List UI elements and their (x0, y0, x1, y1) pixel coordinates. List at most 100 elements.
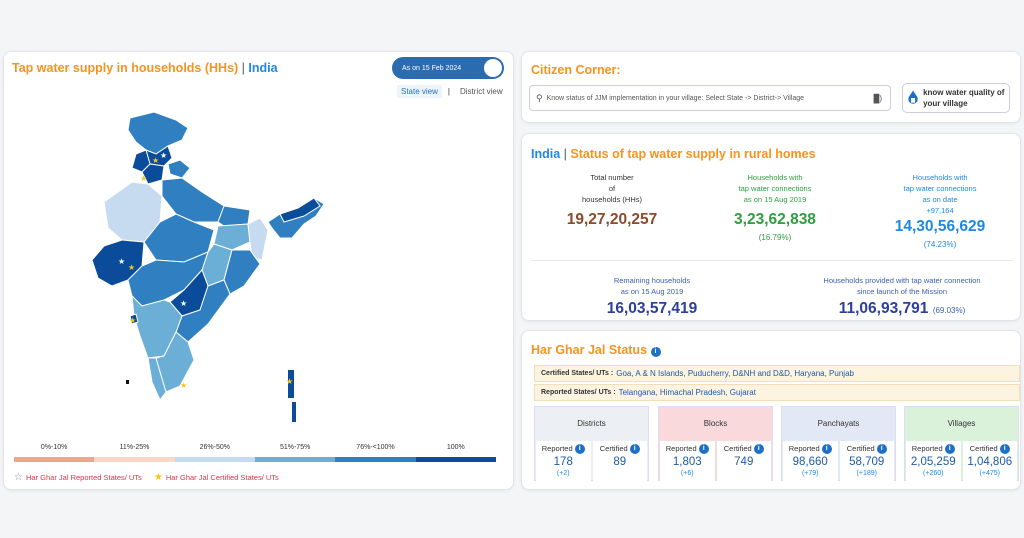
certified-col-label: Certified i (840, 444, 895, 454)
reported-value: 2,05,259 (910, 456, 956, 468)
info-icon[interactable]: i (821, 444, 832, 454)
legend-swatch (335, 457, 416, 462)
reported-states-value: Telangana, Himachal Pradesh, Gujarat (618, 388, 756, 397)
star-legend: ☆ Har Ghar Jal Reported States/ UTs ★ Har … (14, 472, 279, 483)
certified-star-key-icon: ★ (153, 472, 163, 483)
total-households-value: 19,27,20,257 (566, 211, 658, 228)
reported-star-icon: ★ (180, 299, 187, 308)
map-title-region: India (248, 61, 278, 75)
reported-value: 178 (553, 456, 573, 468)
hgj-title-text: Har Ghar Jal Status (531, 343, 648, 357)
map-title-main: Tap water supply in households (HHs) (12, 61, 239, 75)
certified-value: 89 (613, 456, 627, 468)
reported-delta: (+79) (801, 470, 819, 477)
reported-delta: (+6) (680, 470, 694, 477)
hh2019-label-line1: Households with (747, 173, 803, 182)
hgj-tile-villages: Villages Reported i 2,05,259 (+260) Cert… (904, 406, 1019, 481)
reported-value: 98,660 (792, 456, 828, 468)
map-region-up[interactable] (161, 177, 225, 223)
legend-swatch (94, 457, 175, 462)
toggle-knob[interactable] (484, 59, 502, 77)
provided-households-percent: (69.03%) (932, 306, 966, 315)
remaining-households-stat: Remaining households as on 15 Aug 2019 1… (582, 275, 722, 318)
legend-label: 11%-25% (119, 444, 150, 451)
reported-col-label: Reported i (906, 444, 961, 454)
tile-name: Districts (577, 419, 606, 428)
reported-col-label: Reported i (536, 444, 591, 454)
certified-col-label: Certified i (717, 444, 772, 454)
hhnow-label-line2: tap water connections (903, 184, 977, 193)
certified-star-icon: ★ (128, 263, 135, 272)
legend-label: 26%-50% (199, 444, 230, 451)
hh2019-label-line2: tap water connections (738, 184, 812, 193)
total-label-line2: of (608, 184, 616, 193)
reported-key: ☆ Har Ghar Jal Reported States/ UTs (14, 472, 142, 483)
certified-key-label: Har Ghar Jal Certified States/ UTs (165, 473, 279, 482)
legend-label: 76%-<100% (356, 444, 395, 451)
info-icon[interactable]: i (999, 444, 1010, 454)
reported-col-text: Reported (541, 444, 573, 453)
provided-label-line2: since launch of the Mission (856, 287, 948, 296)
reported-delta: (+260) (923, 470, 944, 477)
map-card: Tap water supply in households (HHs) | I… (3, 51, 514, 490)
hh2019-label-line3: as on 15 Aug 2019 (743, 195, 807, 204)
tile-reported-cell: Reported i 178 (+2) (536, 441, 591, 481)
date-toggle-label: As on 15 Feb 2024 (402, 64, 462, 72)
state-view-link[interactable]: State view (397, 85, 442, 98)
map-region-uttarakhand[interactable] (167, 159, 191, 179)
remaining-label-line2: as on 15 Aug 2019 (620, 287, 684, 296)
tile-name: Villages (947, 419, 976, 428)
certified-star-icon: ★ (180, 381, 187, 390)
microphone-icon[interactable]: █) (874, 94, 882, 103)
hh2019-percent: (16.79%) (758, 233, 792, 242)
certified-key: ★ Har Ghar Jal Certified States/ UTs (154, 472, 279, 483)
tile-name: Blocks (703, 419, 728, 428)
reported-col-text: Reported (911, 444, 943, 453)
district-view-link[interactable]: District view (456, 85, 507, 98)
water-quality-label: know water quality of your village (923, 88, 1005, 108)
map-title: Tap water supply in households (HHs) | I… (12, 61, 278, 75)
map-region-nicobar[interactable] (292, 402, 296, 422)
provided-households-value: 11,06,93,791 (838, 300, 929, 317)
status-title-region: India (531, 147, 561, 161)
info-icon[interactable]: i (698, 444, 709, 454)
certified-value: 749 (734, 456, 754, 468)
reported-value: 1,803 (672, 456, 702, 468)
search-icon: ⚲ (536, 92, 543, 103)
map-region-north[interactable] (127, 111, 189, 155)
water-tap-icon (908, 90, 918, 104)
hgj-tile-districts: Districts Reported i 178 (+2) Certified … (534, 406, 649, 481)
total-households-stat: Total number of households (HHs) 19,27,2… (542, 172, 682, 229)
info-icon[interactable]: i (753, 444, 764, 454)
village-search-input[interactable]: ⚲ Know status of JJM implementation in y… (529, 85, 891, 111)
reported-col-label: Reported i (660, 444, 715, 454)
certified-col-text: Certified (599, 444, 628, 453)
certified-col-text: Certified (723, 444, 752, 453)
certified-col-label: Certified i (593, 444, 648, 454)
hh-2019-stat: Households with tap water connections as… (705, 172, 845, 242)
info-icon[interactable]: i (876, 444, 887, 454)
certified-star-icon: ★ (140, 174, 147, 183)
info-icon[interactable]: i (629, 444, 640, 454)
date-toggle[interactable]: As on 15 Feb 2024 (392, 57, 504, 79)
info-icon[interactable]: i (944, 444, 955, 454)
water-quality-button[interactable]: know water quality of your village (902, 83, 1010, 113)
status-divider (531, 260, 1013, 261)
reported-col-label: Reported i (783, 444, 838, 454)
view-separator: | (447, 87, 450, 96)
hh-now-stat: Households with tap water connections as… (870, 172, 1010, 249)
reported-delta: (+2) (556, 470, 570, 477)
map-region-bihar[interactable] (217, 205, 251, 227)
india-map[interactable]: ★ ★ ★ ★ ★ ★ ★ ★ ★ (84, 110, 334, 430)
legend-label: 51%-75% (279, 444, 311, 451)
info-icon[interactable]: i (650, 347, 661, 357)
certified-delta: (+475) (979, 470, 1000, 477)
certified-col-label: Certified i (963, 444, 1018, 454)
har-ghar-jal-card: Har Ghar Jal Status i Certified States/ … (521, 330, 1021, 490)
hhnow-delta: +97,164 (926, 206, 954, 215)
certified-value: 1,04,806 (967, 456, 1013, 468)
map-region-lakshadweep[interactable] (126, 380, 129, 384)
hgj-title: Har Ghar Jal Status i (531, 343, 661, 357)
info-icon[interactable]: i (574, 444, 585, 454)
reported-key-label: Har Ghar Jal Reported States/ UTs (25, 473, 142, 482)
